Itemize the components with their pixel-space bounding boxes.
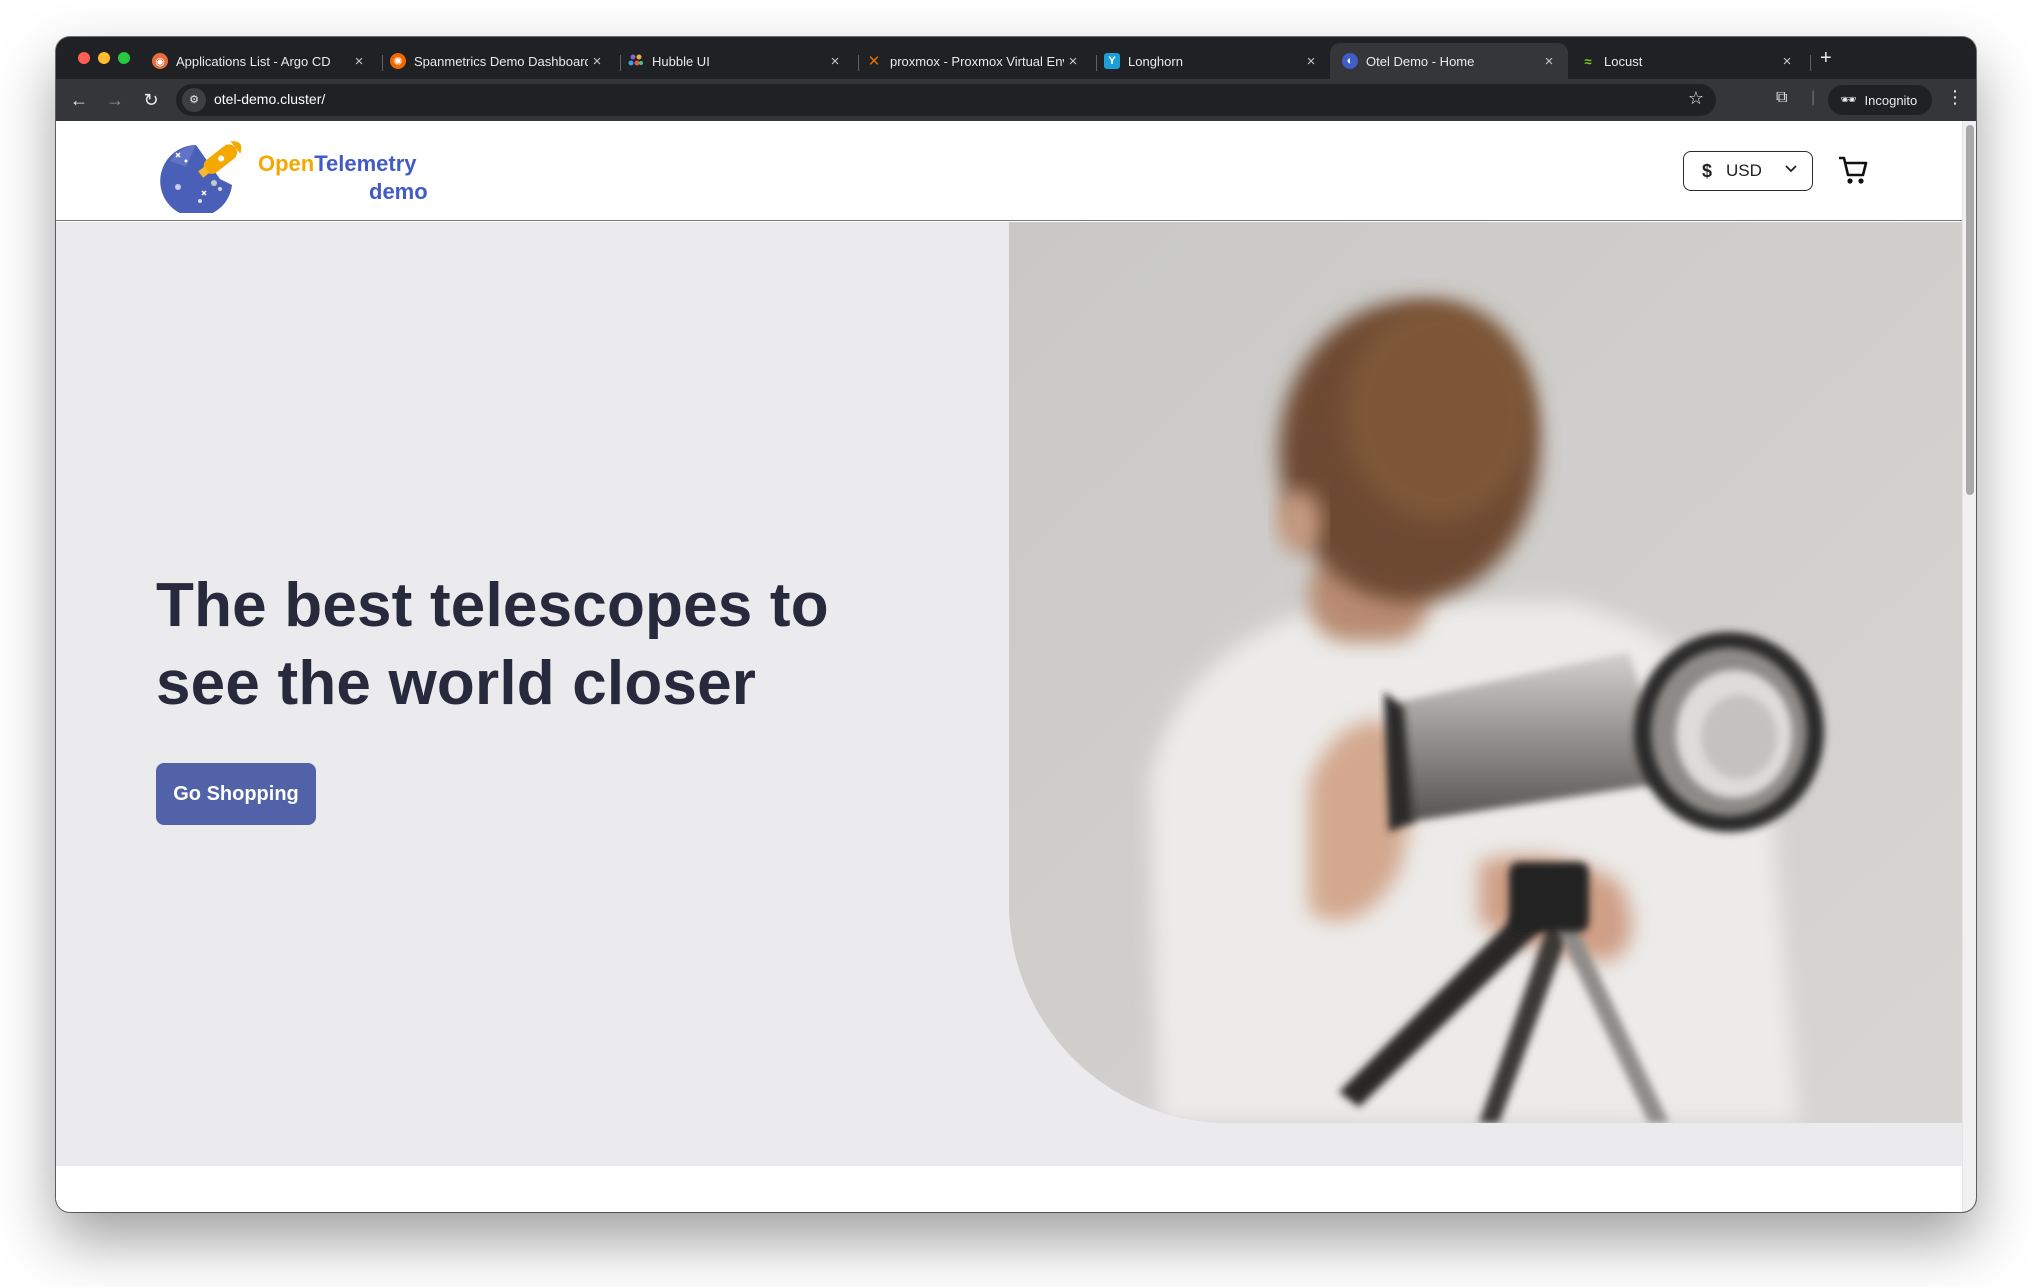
close-tab-icon[interactable]: × [826, 53, 844, 70]
site-header: OpenTelemetry demo $ USD [56, 121, 1962, 221]
toolbar-divider: | [1811, 89, 1816, 106]
argo-icon: ◉ [152, 53, 168, 69]
forward-arrow-icon[interactable]: → [104, 89, 126, 111]
bookmark-star-icon[interactable]: ☆ [1688, 88, 1704, 109]
otel-icon: ◐ [1342, 53, 1358, 69]
tab-locust[interactable]: ≈ Locust × [1568, 43, 1806, 79]
chevron-down-icon [1785, 165, 1797, 173]
tab-longhorn[interactable]: Y Longhorn × [1092, 43, 1330, 79]
hero-title: The best telescopes to see the world clo… [156, 571, 829, 718]
incognito-badge[interactable]: 🕶 Incognito [1828, 85, 1932, 115]
browser-window: ◉ Applications List - Argo CD × ✺ Spanme… [56, 37, 1976, 1212]
tab-search-icon[interactable]: ⧉ [1776, 89, 1787, 107]
child-with-telescope-illustration [1009, 222, 1962, 1123]
new-tab-button[interactable]: + [1820, 48, 1832, 68]
tab-title: Longhorn [1128, 53, 1183, 69]
site-info-icon[interactable]: ⚙ [182, 88, 206, 112]
reload-icon[interactable]: ↻ [140, 89, 162, 111]
hubble-icon [628, 53, 644, 69]
minimize-window-button[interactable] [98, 52, 110, 64]
tab-argo-cd[interactable]: ◉ Applications List - Argo CD × [140, 43, 378, 79]
logo-open-text: Open [258, 151, 315, 176]
browser-menu-icon[interactable]: ⋮ [1946, 87, 1964, 108]
shopping-cart-icon[interactable] [1836, 153, 1870, 187]
incognito-icon: 🕶 [1840, 92, 1857, 107]
telescope-planet-icon [160, 141, 242, 213]
url-text[interactable]: otel-demo.cluster/ [214, 91, 325, 107]
page-scrollbar[interactable] [1962, 121, 1976, 1212]
close-tab-icon[interactable]: × [588, 53, 606, 70]
close-tab-icon[interactable]: × [1778, 53, 1796, 70]
go-shopping-button[interactable]: Go Shopping [156, 763, 316, 825]
close-tab-icon[interactable]: × [1064, 53, 1082, 70]
tab-title: Otel Demo - Home [1366, 53, 1475, 69]
logo-demo-text: demo [369, 179, 428, 204]
tab-title: Locust [1604, 53, 1643, 69]
web-page: OpenTelemetry demo $ USD The best telesc… [56, 121, 1962, 1212]
tab-otel-demo[interactable]: ◐ Otel Demo - Home × [1330, 43, 1568, 79]
proxmox-icon: ✕ [867, 53, 881, 70]
close-tab-icon[interactable]: × [350, 53, 368, 70]
opentelemetry-demo-logo[interactable]: OpenTelemetry demo [156, 127, 446, 213]
tab-hubble[interactable]: Hubble UI × [616, 43, 854, 79]
address-bar[interactable]: ⚙ otel-demo.cluster/ ☆ [176, 84, 1716, 116]
logo-wordmark: OpenTelemetry [258, 151, 417, 177]
tab-title: Hubble UI [652, 53, 710, 69]
close-tab-icon[interactable]: × [1302, 53, 1320, 70]
tab-title: Applications List - Argo CD [176, 53, 331, 69]
close-tab-icon[interactable]: × [1540, 53, 1558, 70]
logo-telemetry-text: Telemetry [314, 151, 417, 176]
back-arrow-icon[interactable]: ← [68, 89, 90, 111]
tab-title: proxmox - Proxmox Virtual Environment [890, 53, 1064, 69]
currency-select[interactable]: $ USD [1683, 151, 1813, 191]
maximize-window-button[interactable] [118, 52, 130, 64]
close-window-button[interactable] [78, 52, 90, 64]
tab-proxmox[interactable]: ✕ proxmox - Proxmox Virtual Environment … [854, 43, 1092, 79]
page-lower-section [56, 1166, 1962, 1212]
hero-telescope-image [1009, 222, 1962, 1123]
hero-section: The best telescopes to see the world clo… [56, 222, 1962, 1166]
locust-icon: ≈ [1584, 53, 1592, 69]
tab-strip: ◉ Applications List - Argo CD × ✺ Spanme… [56, 37, 1976, 79]
longhorn-icon: Y [1104, 53, 1120, 69]
grafana-icon: ✺ [390, 53, 406, 69]
incognito-label: Incognito [1864, 92, 1918, 108]
currency-value: USD [1726, 161, 1762, 180]
tab-spanmetrics[interactable]: ✺ Spanmetrics Demo Dashboard × [378, 43, 616, 79]
currency-symbol: $ [1702, 160, 1713, 181]
tab-title: Spanmetrics Demo Dashboard [414, 53, 588, 69]
scrollbar-thumb[interactable] [1966, 125, 1974, 495]
browser-toolbar: ← → ↻ ⚙ otel-demo.cluster/ ☆ ⧉ | 🕶 Incog… [56, 79, 1976, 121]
tab-separator [1810, 55, 1811, 71]
